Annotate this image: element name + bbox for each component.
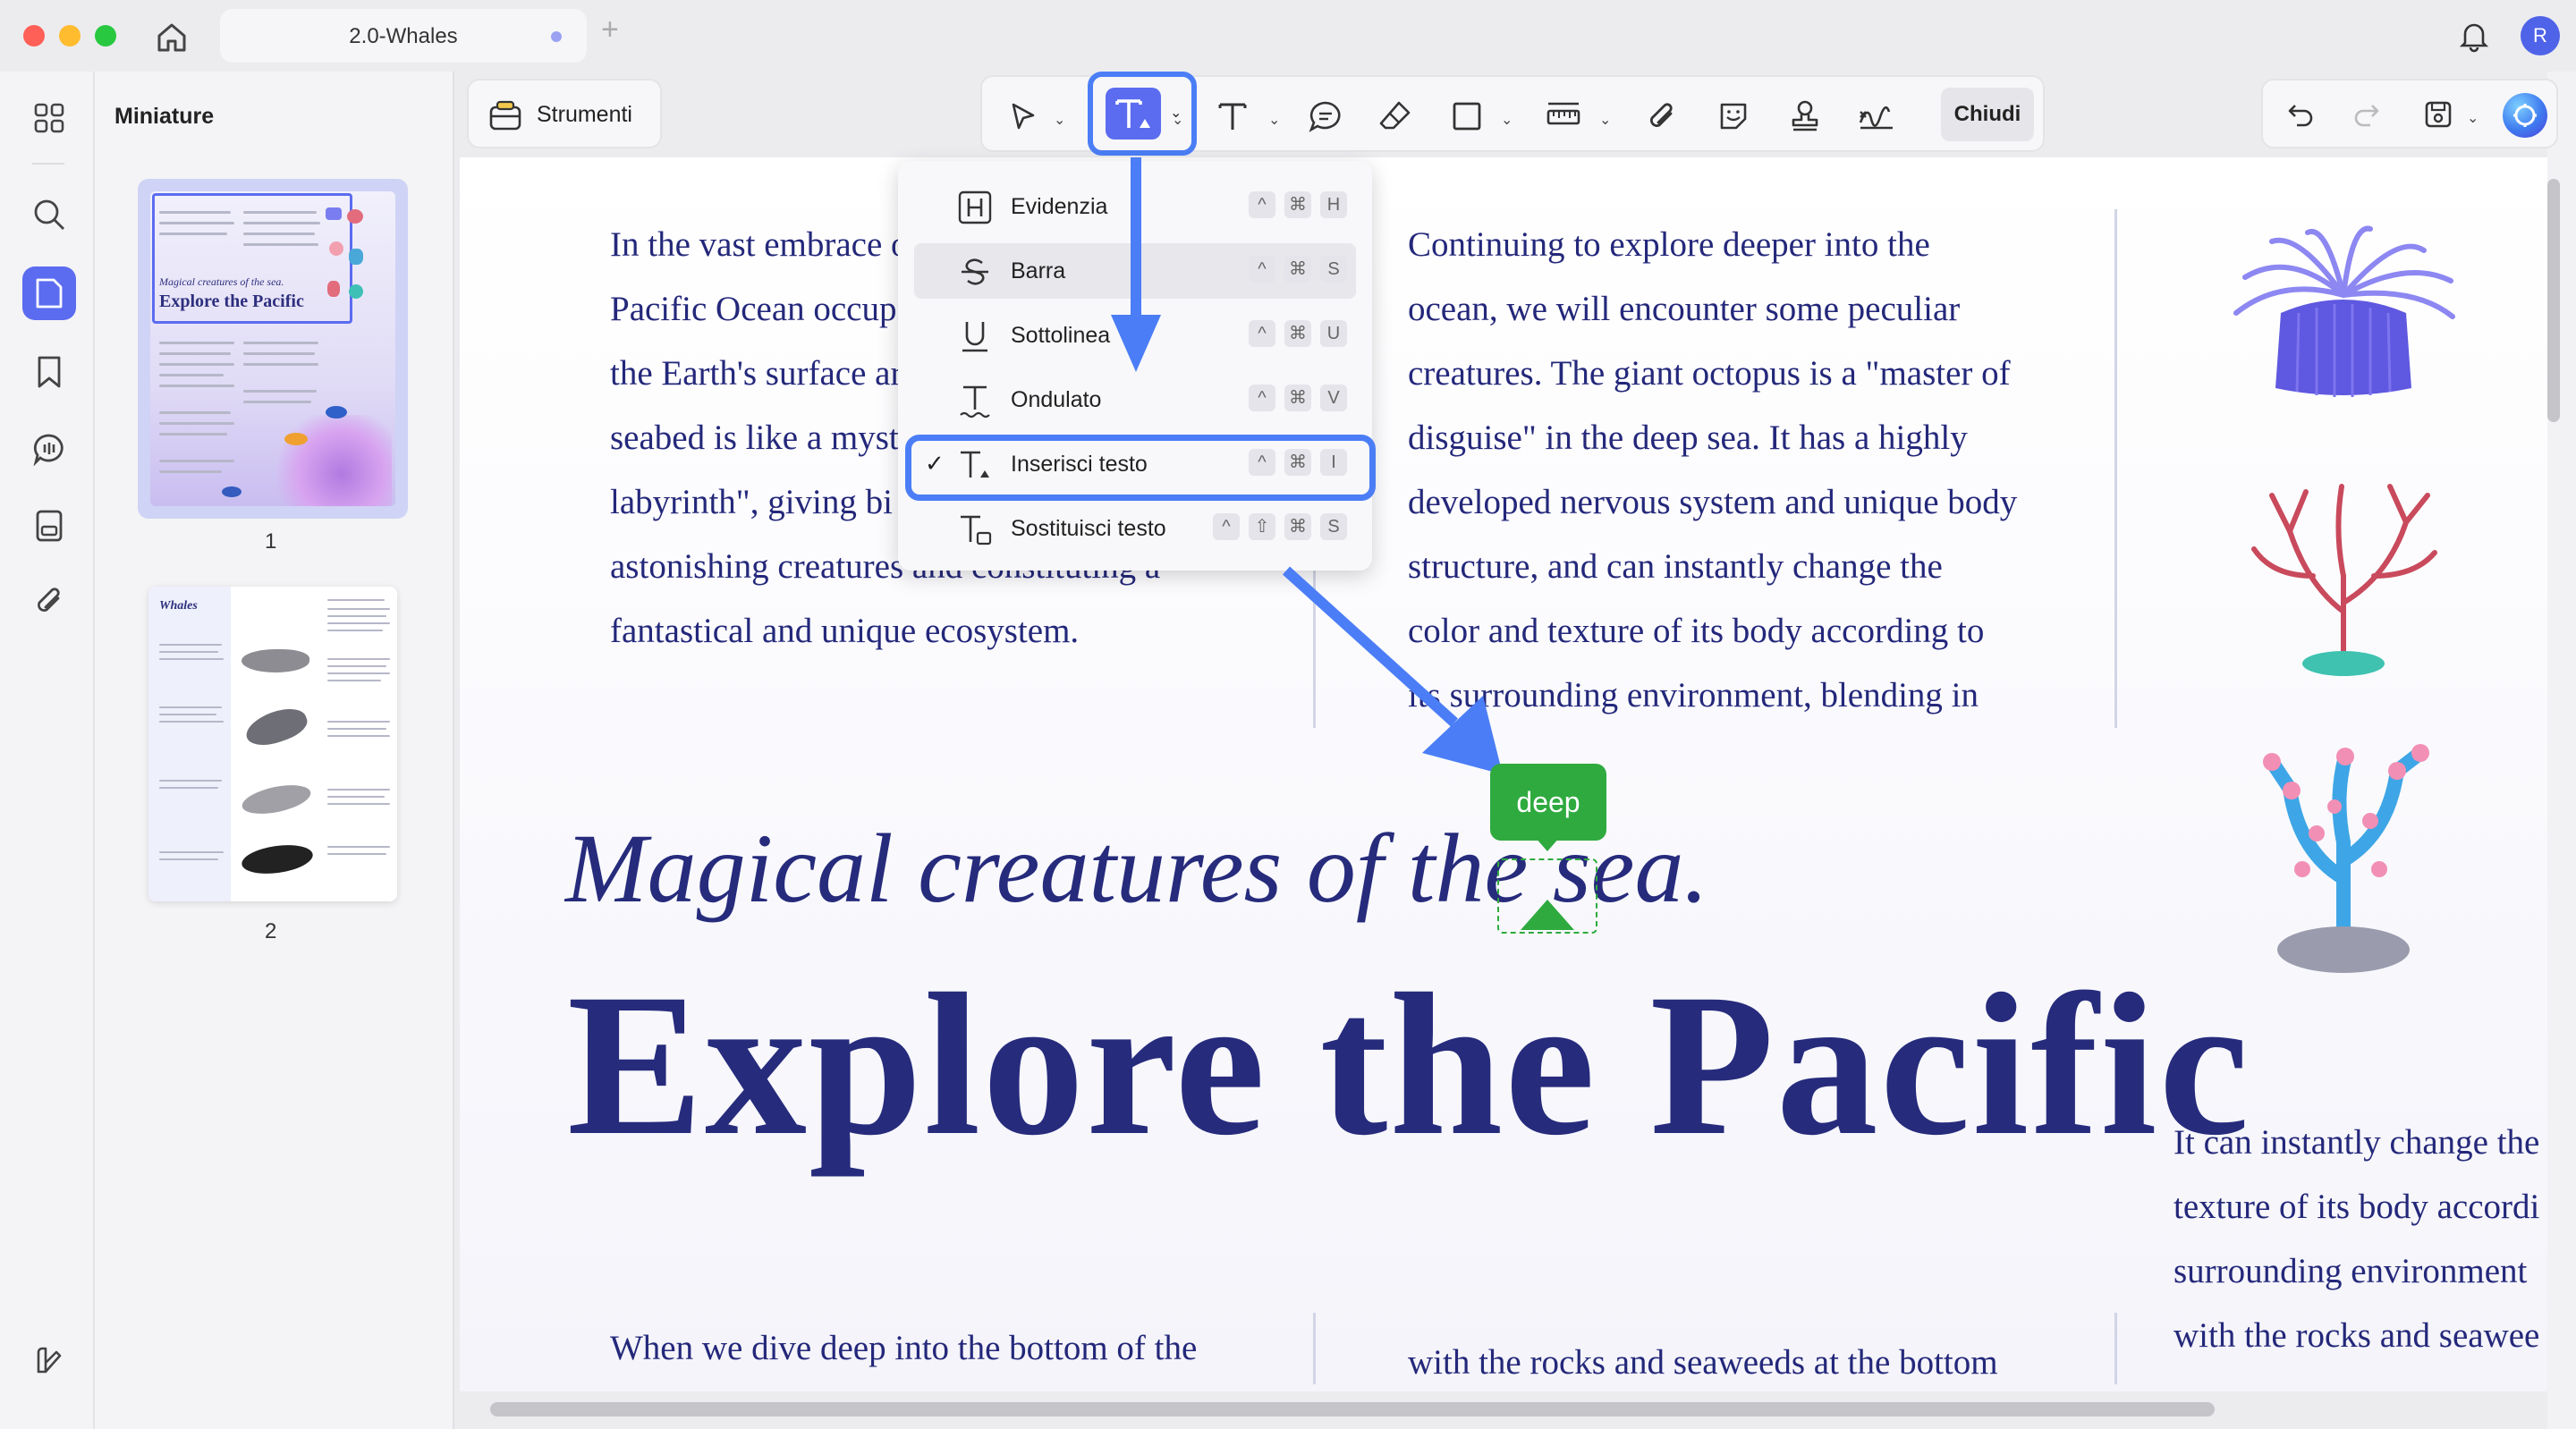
underline-icon: [957, 318, 993, 354]
squiggly-text-icon: [957, 383, 993, 419]
tutorial-arrow-down: [1111, 157, 1161, 372]
rectangle-shape-icon[interactable]: [1445, 95, 1488, 138]
redo-icon[interactable]: [2345, 93, 2388, 136]
tools-label: Strumenti: [537, 102, 632, 127]
undo-icon[interactable]: [2279, 93, 2322, 136]
form-icon[interactable]: [22, 499, 76, 553]
home-icon[interactable]: [152, 18, 191, 57]
thumbnail-title: Whales: [159, 599, 198, 613]
left-rail: [0, 72, 95, 1429]
chevron-down-icon[interactable]: ⌄: [1054, 111, 1065, 129]
history-toolbar: ⌄: [2261, 79, 2558, 148]
chevron-down-icon[interactable]: ⌄: [1170, 104, 1182, 122]
thumbnails-page-icon[interactable]: [22, 266, 76, 320]
unsaved-dot-icon: [551, 31, 562, 42]
text-tool-icon[interactable]: [1211, 95, 1254, 138]
tools-button[interactable]: Strumenti: [467, 79, 662, 148]
menu-item-replace-text[interactable]: Sostituisci testo ^ ⇧ ⌘ S: [914, 501, 1356, 556]
select-cursor-icon[interactable]: [1002, 95, 1045, 138]
thumbnail-subtitle: Magical creatures of the sea.: [159, 275, 284, 288]
grid-icon[interactable]: [22, 91, 76, 145]
column-2-bottom-text: with the rocks and seaweeds at the botto…: [1408, 1343, 1998, 1382]
panel-title: Miniature: [114, 104, 215, 129]
vertical-scrollbar[interactable]: [2547, 179, 2560, 422]
column-1-bottom-text: When we dive deep into the bottom of the: [610, 1329, 1198, 1367]
page-number-2: 2: [265, 919, 277, 943]
insert-text-icon: [1115, 99, 1150, 128]
tutorial-arrow-diagonal: [1282, 566, 1503, 774]
new-tab-plus-icon[interactable]: +: [601, 13, 619, 47]
toolbox-icon: [488, 98, 522, 132]
column-3-text: It can instantly change the texture of i…: [2174, 1123, 2540, 1355]
insert-caret-box[interactable]: [1497, 858, 1597, 934]
page-number-1: 1: [265, 529, 277, 554]
thumbnails-panel: Miniature Magical creatures of the sea. …: [95, 72, 454, 1429]
measure-ruler-icon[interactable]: [1542, 95, 1585, 138]
column-divider: [2114, 1313, 2117, 1384]
search-icon[interactable]: [22, 188, 76, 241]
avatar[interactable]: R: [2521, 16, 2560, 55]
page-thumbnail-2[interactable]: Whales: [148, 587, 397, 901]
red-coral-illustration: [2236, 478, 2451, 683]
zoom-window-button[interactable]: [95, 25, 116, 47]
ai-assistant-icon[interactable]: [2503, 93, 2547, 138]
tab-title: 2.0-Whales: [349, 24, 458, 48]
title-bar: 2.0-Whales + R: [0, 0, 2576, 72]
blue-coral-illustration: [2245, 735, 2442, 977]
bell-icon[interactable]: [2456, 18, 2492, 54]
insert-text-tool-button[interactable]: ⌄: [1088, 72, 1197, 156]
signature-icon[interactable]: [1855, 95, 1898, 138]
comment-icon[interactable]: [22, 422, 76, 476]
page-thumbnail-1[interactable]: Magical creatures of the sea. Explore th…: [138, 179, 408, 519]
replace-text-icon: [957, 512, 993, 547]
highlight-icon: [957, 190, 993, 225]
minimize-window-button[interactable]: [59, 25, 80, 47]
sea-anemone-illustration: [2227, 224, 2460, 402]
close-window-button[interactable]: [23, 25, 45, 47]
insert-text-highlight-frame: [905, 435, 1376, 501]
stamp-icon[interactable]: [1784, 95, 1826, 138]
eraser-icon[interactable]: [1374, 95, 1417, 138]
column-divider: [1313, 1313, 1316, 1384]
close-button[interactable]: Chiudi: [1941, 88, 2034, 141]
chevron-down-icon[interactable]: ⌄: [1599, 111, 1611, 129]
page-heading: Explore the Pacific: [567, 952, 2251, 1178]
strikethrough-icon: [957, 254, 993, 290]
bookmark-icon[interactable]: [22, 345, 76, 399]
paperclip-icon[interactable]: [1640, 95, 1683, 138]
attachment-icon[interactable]: [22, 574, 76, 628]
chevron-down-icon[interactable]: ⌄: [1268, 111, 1280, 129]
chevron-down-icon[interactable]: ⌄: [1501, 111, 1513, 129]
bubble-pointer: [1535, 837, 1560, 851]
chevron-down-icon[interactable]: ⌄: [2467, 109, 2479, 127]
inserted-text-bubble[interactable]: deep: [1490, 764, 1606, 841]
sidebar-toggle-icon[interactable]: [22, 1334, 76, 1388]
horizontal-scrollbar[interactable]: [490, 1402, 2215, 1416]
sticker-icon[interactable]: [1712, 95, 1755, 138]
comment-bubble-icon[interactable]: [1304, 95, 1347, 138]
column-divider: [2114, 209, 2117, 728]
save-icon[interactable]: [2417, 93, 2460, 136]
document-tab[interactable]: 2.0-Whales: [220, 9, 587, 63]
thumbnail-heading: Explore the Pacific: [159, 292, 304, 311]
